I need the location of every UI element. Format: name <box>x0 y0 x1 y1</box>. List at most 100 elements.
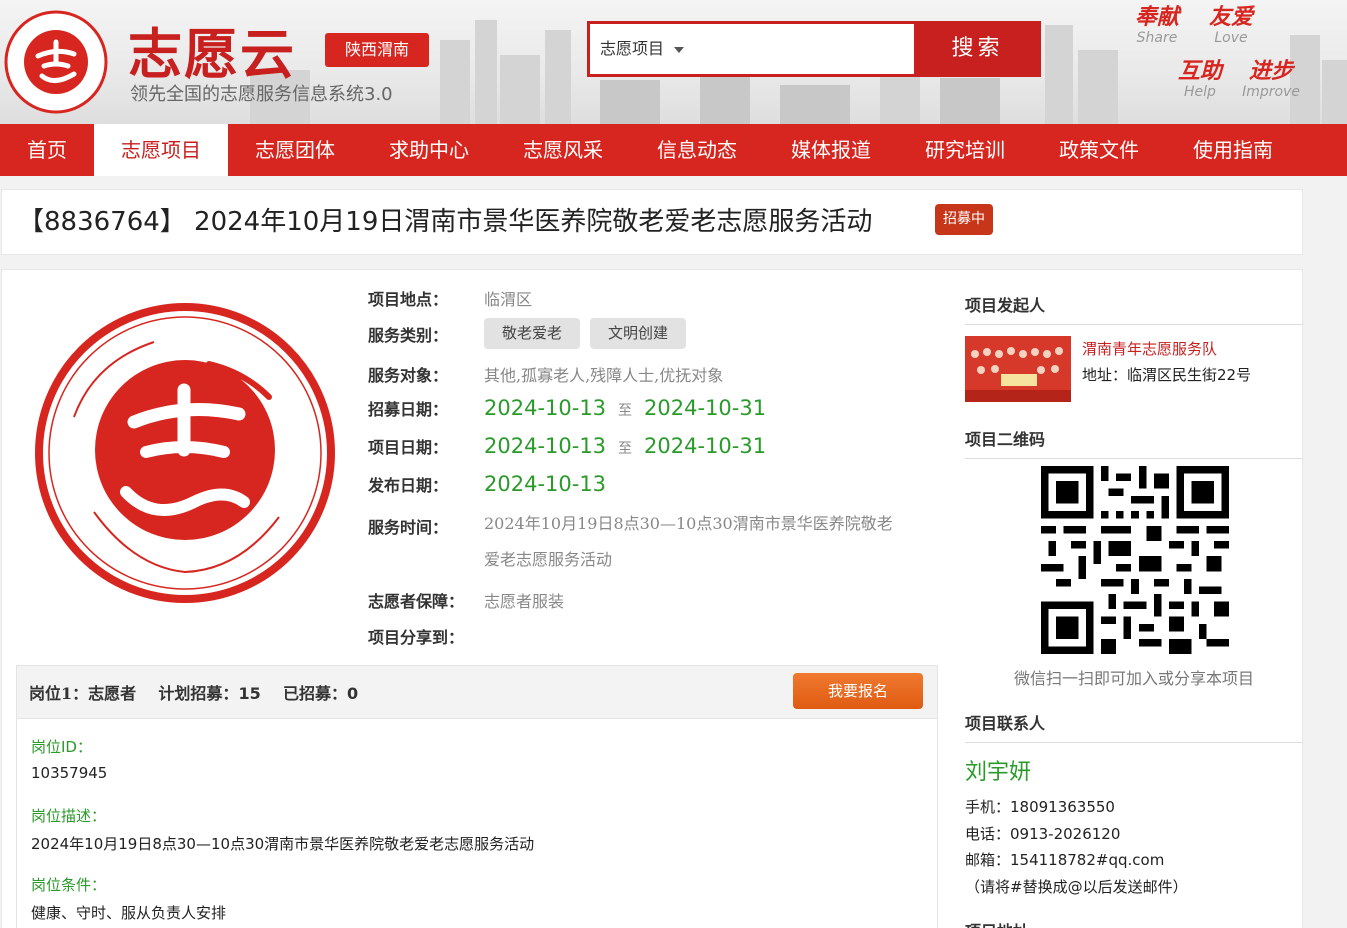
motto-help: 互助 Help <box>1172 59 1228 101</box>
row-guarantee: 志愿者保障： 志愿者服装 <box>368 588 938 612</box>
nav-groups[interactable]: 志愿团体 <box>228 124 362 176</box>
plan-label: 计划招募： <box>158 684 239 703</box>
nav-media[interactable]: 媒体报道 <box>764 124 898 176</box>
motto-en: Improve <box>1242 84 1300 100</box>
category-label: 服务类别： <box>368 325 449 345</box>
category-tag[interactable]: 敬老爱老 <box>484 318 581 349</box>
qr-heading: 项目二维码 <box>965 426 1303 459</box>
motto-cn: 进步 <box>1248 59 1293 84</box>
position-desc-label: 岗位描述： <box>31 807 107 825</box>
recruited-count: 0 <box>347 684 359 703</box>
project-start: 2024-10-13 <box>484 434 607 458</box>
time-value: 2024年10月19日8点30—10点30渭南市景华医养院敬老 爱老志愿服务活动 <box>484 506 938 578</box>
time-line-2: 爱老志愿服务活动 <box>484 550 613 569</box>
project-address-heading: 项目地址 <box>965 918 1303 928</box>
range-separator: 至 <box>618 441 633 457</box>
motto-share: 奉献 Share <box>1132 5 1182 47</box>
time-label: 服务时间： <box>368 518 449 537</box>
project-end: 2024-10-31 <box>644 434 767 458</box>
motto-cn: 友爱 <box>1208 5 1253 30</box>
page: 志愿云 陕西渭南 领先全国的志愿服务信息系统3.0 志愿项目 搜索 奉献 Sha… <box>0 0 1347 928</box>
position-cond-label: 岗位条件： <box>31 876 107 894</box>
recruit-label: 招募日期： <box>368 400 449 419</box>
position-id-label: 岗位ID： <box>31 738 92 756</box>
contact-phone: 电话：0913-2026120 <box>965 825 1121 843</box>
share-label: 项目分享到： <box>368 628 465 647</box>
guarantee-value: 志愿者服装 <box>484 592 565 611</box>
search-box: 志愿项目 搜索 <box>587 21 1041 77</box>
search-type-label: 志愿项目 <box>600 39 665 58</box>
recruit-start: 2024-10-13 <box>484 396 607 420</box>
guarantee-label: 志愿者保障： <box>368 592 465 611</box>
nav-home[interactable]: 首页 <box>0 124 94 176</box>
time-line-1: 2024年10月19日8点30—10点30渭南市景华医养院敬老 <box>484 514 893 533</box>
plan-count: 15 <box>238 684 261 703</box>
chevron-down-icon <box>674 46 685 53</box>
contact-name: 刘宇妍 <box>965 760 1032 785</box>
position-desc-value: 2024年10月19日8点30—10点30渭南市景华医养院敬老爱老志愿服务活动 <box>31 835 535 853</box>
row-project-date: 项目日期： 2024-10-13 至 2024-10-31 <box>368 434 938 458</box>
position-detail: 岗位ID： 10357945 岗位描述： 2024年10月19日8点30—10点… <box>16 719 938 928</box>
project-date-label: 项目日期： <box>368 438 449 457</box>
team-address: 地址：临渭区民生街22号 <box>1082 366 1252 384</box>
motto-en: Share <box>1136 30 1178 46</box>
position-cond-value: 健康、守时、服从负责人安排 <box>31 904 227 922</box>
nav-help-center[interactable]: 求助中心 <box>362 124 496 176</box>
category-tag[interactable]: 文明创建 <box>590 318 687 349</box>
motto-improve: 进步 Improve <box>1238 59 1304 101</box>
nav-news[interactable]: 信息动态 <box>630 124 764 176</box>
motto-en: Help <box>1184 84 1216 100</box>
project-title: 【8836764】 2024年10月19日渭南市景华医养院敬老爱老志愿服务活动 <box>18 207 873 237</box>
region-badge[interactable]: 陕西渭南 <box>325 33 429 67</box>
position-summary: 岗位1：志愿者 计划招募：15 已招募：0 <box>29 680 358 704</box>
row-service-time: 服务时间： 2024年10月19日8点30—10点30渭南市景华医养院敬老 爱老… <box>368 514 938 578</box>
motto-en: Love <box>1214 30 1248 46</box>
status-badge: 招募中 <box>935 204 993 235</box>
brand-name[interactable]: 志愿云 <box>128 10 296 89</box>
row-target: 服务对象： 其他,孤寡老人,残障人士,优抚对象 <box>368 362 938 386</box>
nav-projects[interactable]: 志愿项目 <box>94 124 228 176</box>
qr-code-icon <box>1041 466 1229 654</box>
team-photo[interactable] <box>965 336 1071 402</box>
row-category: 服务类别： 敬老爱老 文明创建 <box>368 318 938 349</box>
position-id-value: 10357945 <box>31 764 108 782</box>
publish-label: 发布日期： <box>368 476 449 495</box>
nav-policy[interactable]: 政策文件 <box>1032 124 1166 176</box>
publish-date: 2024-10-13 <box>484 472 607 496</box>
main-nav: 首页 志愿项目 志愿团体 求助中心 志愿风采 信息动态 媒体报道 研究培训 政策… <box>0 124 1347 176</box>
search-button[interactable]: 搜索 <box>917 24 1038 74</box>
contact-mobile: 手机：18091363550 <box>965 798 1115 816</box>
initiator-heading: 项目发起人 <box>965 292 1303 325</box>
site-slogan: 领先全国的志愿服务信息系统3.0 <box>130 84 393 105</box>
search-type-select[interactable]: 志愿项目 <box>590 24 914 74</box>
signup-button[interactable]: 我要报名 <box>793 673 923 709</box>
row-share: 项目分享到： <box>368 624 938 648</box>
row-location: 项目地点： 临渭区 <box>368 286 938 310</box>
site-logo-icon[interactable] <box>4 4 108 120</box>
row-publish-date: 发布日期： 2024-10-13 <box>368 472 938 496</box>
location-value: 临渭区 <box>484 290 533 309</box>
email-note: （请将#替换成@以后发送邮件） <box>965 878 1188 896</box>
qr-caption: 微信扫一扫即可加入或分享本项目 <box>1013 669 1254 688</box>
location-label: 项目地点： <box>368 290 449 309</box>
target-label: 服务对象： <box>368 366 449 385</box>
range-separator: 至 <box>618 403 633 419</box>
project-detail-panel: 项目地点： 临渭区 服务类别： 敬老爱老 文明创建 服务对象： 其他,孤寡老人,残… <box>1 269 1303 928</box>
recruit-end: 2024-10-31 <box>644 396 767 420</box>
position-title: 岗位1：志愿者 <box>29 684 137 703</box>
contact-email: 邮箱：154118782#qq.com <box>965 851 1165 869</box>
nav-research[interactable]: 研究培训 <box>898 124 1032 176</box>
site-header: 志愿云 陕西渭南 领先全国的志愿服务信息系统3.0 志愿项目 搜索 奉献 Sha… <box>0 0 1347 124</box>
team-name-link[interactable]: 渭南青年志愿服务队 <box>1082 338 1217 359</box>
position-header: 岗位1：志愿者 计划招募：15 已招募：0 我要报名 <box>16 665 938 719</box>
project-dates: 2024-10-13 至 2024-10-31 <box>484 434 938 458</box>
motto-cn: 奉献 <box>1134 5 1179 30</box>
nav-guide[interactable]: 使用指南 <box>1166 124 1300 176</box>
motto-cn: 互助 <box>1177 59 1222 84</box>
china-volunteer-service-logo <box>35 303 335 603</box>
recruit-dates: 2024-10-13 至 2024-10-31 <box>484 396 938 420</box>
row-recruit-date: 招募日期： 2024-10-13 至 2024-10-31 <box>368 396 938 420</box>
category-tags: 敬老爱老 文明创建 <box>484 318 938 349</box>
project-title-box: 【8836764】 2024年10月19日渭南市景华医养院敬老爱老志愿服务活动 … <box>1 189 1303 255</box>
nav-showcase[interactable]: 志愿风采 <box>496 124 630 176</box>
